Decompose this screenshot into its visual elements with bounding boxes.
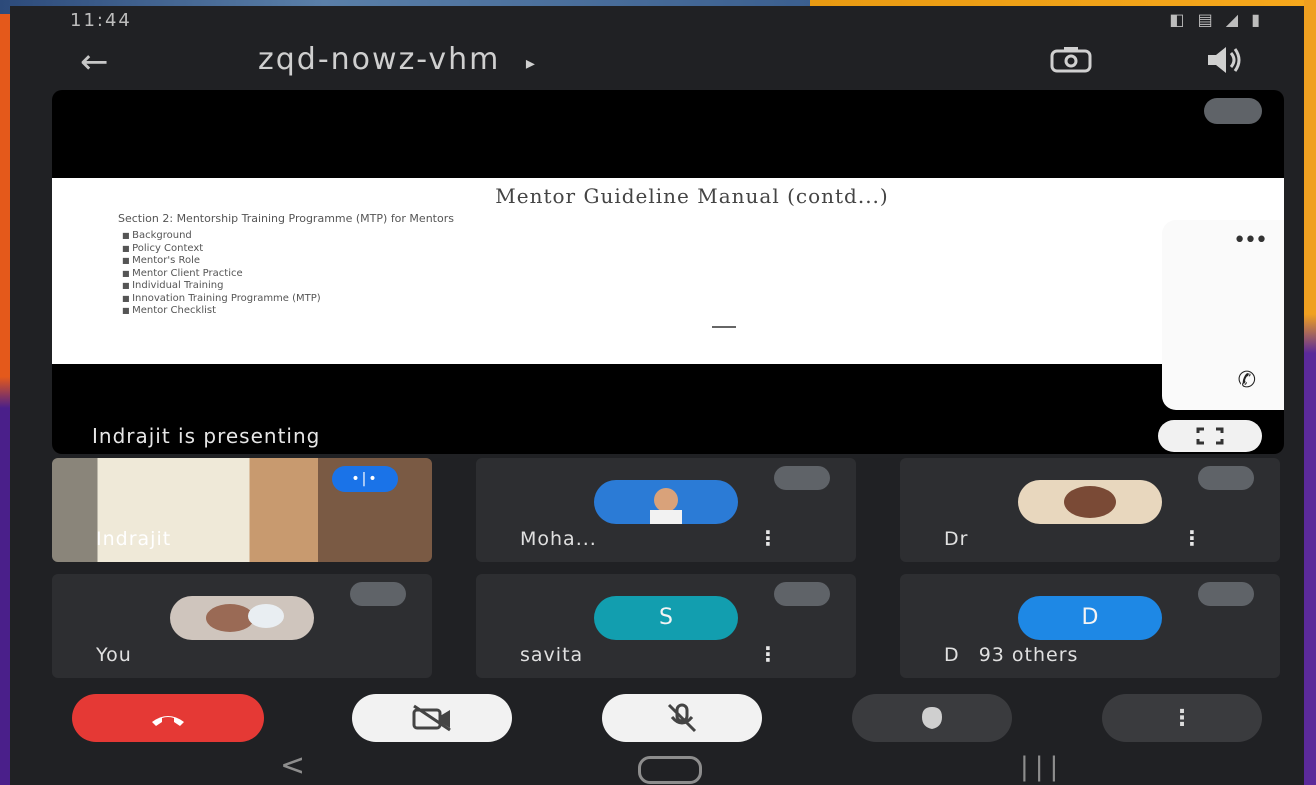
mic-off-icon	[667, 703, 697, 733]
participant-name: D 93 others	[944, 644, 1078, 666]
participant-tile-dr[interactable]: Dr ⋮	[900, 458, 1280, 562]
participant-initial: D	[944, 644, 960, 666]
status-bar: 11:44 ◧ ▤ ◢ ▮	[10, 6, 1304, 36]
more-options-button[interactable]: ⋮	[1102, 694, 1262, 742]
speaking-indicator-icon: •|•	[332, 466, 398, 492]
participant-name: Indrajit	[96, 528, 172, 550]
back-arrow-icon[interactable]: ←	[80, 42, 109, 82]
nav-recents-icon[interactable]: |||	[1020, 752, 1064, 782]
mic-off-icon	[774, 582, 830, 606]
more-vert-icon[interactable]: ⋮	[1182, 526, 1202, 550]
hand-icon	[922, 707, 942, 729]
android-nav-bar: < |||	[10, 748, 1304, 784]
others-count: 93 others	[978, 644, 1079, 666]
mic-off-icon	[1198, 466, 1254, 490]
avatar	[1018, 480, 1162, 524]
more-dots-icon[interactable]: •••	[1233, 228, 1268, 253]
avatar-letter: S	[594, 596, 738, 640]
slide-bullet: Mentor Client Practice	[122, 268, 321, 281]
presentation-stage[interactable]: Mentor Guideline Manual (contd...) Secti…	[52, 90, 1284, 454]
speaker-icon[interactable]	[1204, 44, 1244, 76]
raise-hand-button[interactable]	[852, 694, 1012, 742]
play-arrow-icon: ▸	[525, 53, 537, 74]
participant-tile-you[interactable]: You	[52, 574, 432, 678]
phone-screen: 11:44 ◧ ▤ ◢ ▮ ← zqd-nowz-vhm ▸ Mentor Gu…	[10, 6, 1304, 785]
avatar-photo	[206, 604, 284, 632]
nav-home-icon[interactable]	[638, 756, 702, 784]
avatar	[170, 596, 314, 640]
fullscreen-icon	[1196, 427, 1224, 445]
slide-title: Mentor Guideline Manual (contd...)	[495, 184, 889, 208]
shared-slide: Mentor Guideline Manual (contd...) Secti…	[52, 178, 1284, 364]
mic-off-icon	[1204, 98, 1262, 124]
participant-name: You	[96, 644, 132, 666]
slide-bullet: Mentor's Role	[122, 255, 321, 268]
participant-name: Moha...	[520, 528, 597, 550]
meeting-code-text: zqd-nowz-vhm	[258, 42, 501, 77]
hang-up-icon	[152, 716, 184, 726]
slide-bullet: Individual Training	[122, 280, 321, 293]
slide-page-marker	[712, 326, 736, 328]
participant-tile-moha[interactable]: Moha... ⋮	[476, 458, 856, 562]
avatar	[594, 480, 738, 524]
camera-off-icon	[412, 704, 451, 732]
more-vert-icon[interactable]: ⋮	[758, 642, 778, 666]
slide-bullet: Policy Context	[122, 243, 321, 256]
participant-name: Dr	[944, 528, 969, 550]
avatar-photo	[650, 488, 682, 524]
mic-off-icon	[774, 466, 830, 490]
status-icons: ◧ ▤ ◢ ▮	[1169, 10, 1264, 29]
avatar-photo	[1064, 486, 1116, 518]
nav-back-icon[interactable]: <	[280, 748, 305, 783]
camera-flip-icon[interactable]	[1048, 44, 1094, 76]
end-call-button[interactable]	[72, 694, 264, 742]
phone-icon[interactable]: ✆	[1238, 368, 1256, 393]
more-vert-icon[interactable]: ⋮	[758, 526, 778, 550]
status-time: 11:44	[70, 10, 132, 31]
avatar-letter: D	[1018, 596, 1162, 640]
slide-bullet: Background	[122, 230, 321, 243]
slide-bullet: Innovation Training Programme (MTP)	[122, 293, 321, 306]
call-controls: ⋮	[10, 694, 1304, 746]
participant-tile-savita[interactable]: S savita ⋮	[476, 574, 856, 678]
participant-name: savita	[520, 644, 584, 666]
wallpaper-right-edge	[1304, 0, 1316, 785]
slide-bullet: Mentor Checklist	[122, 305, 321, 318]
slide-bullet-list: Background Policy Context Mentor's Role …	[122, 230, 321, 318]
participant-tile-indrajit[interactable]: •|• Indrajit	[52, 458, 432, 562]
participant-tile-others[interactable]: D D 93 others	[900, 574, 1280, 678]
mic-off-icon	[1198, 582, 1254, 606]
camera-toggle-button[interactable]	[352, 694, 512, 742]
meeting-code[interactable]: zqd-nowz-vhm ▸	[258, 42, 537, 77]
presenting-label: Indrajit is presenting	[92, 424, 321, 448]
mic-toggle-button[interactable]	[602, 694, 762, 742]
mic-off-icon	[350, 582, 406, 606]
slide-subtitle: Section 2: Mentorship Training Programme…	[118, 212, 454, 225]
meeting-app-bar: ← zqd-nowz-vhm ▸	[10, 36, 1304, 92]
presenter-side-panel: ••• ✆	[1162, 220, 1284, 410]
wallpaper-left-edge	[0, 0, 10, 785]
fullscreen-button[interactable]	[1158, 420, 1262, 452]
